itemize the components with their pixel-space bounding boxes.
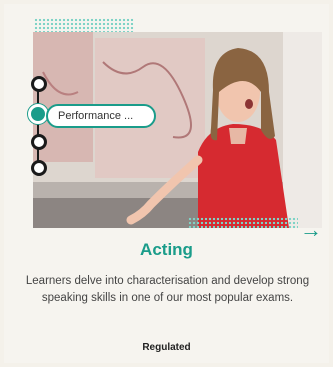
card-title: Acting	[140, 240, 193, 259]
timeline-dot-active[interactable]	[28, 104, 48, 124]
timeline-line	[37, 82, 39, 168]
arrow-right-icon[interactable]: →	[300, 219, 322, 241]
performance-pill-label[interactable]: Performance ...	[46, 104, 156, 128]
hero-photo	[33, 32, 322, 228]
timeline-dot[interactable]	[31, 76, 47, 92]
timeline-dot[interactable]	[31, 160, 47, 176]
decorative-dot-pattern	[188, 217, 298, 229]
timeline-stepper	[28, 76, 48, 176]
decorative-dot-pattern	[34, 18, 134, 32]
status-badge: Regulated	[142, 342, 191, 353]
card-description: Learners delve into characterisation and…	[25, 275, 310, 304]
timeline-dot[interactable]	[31, 134, 47, 150]
